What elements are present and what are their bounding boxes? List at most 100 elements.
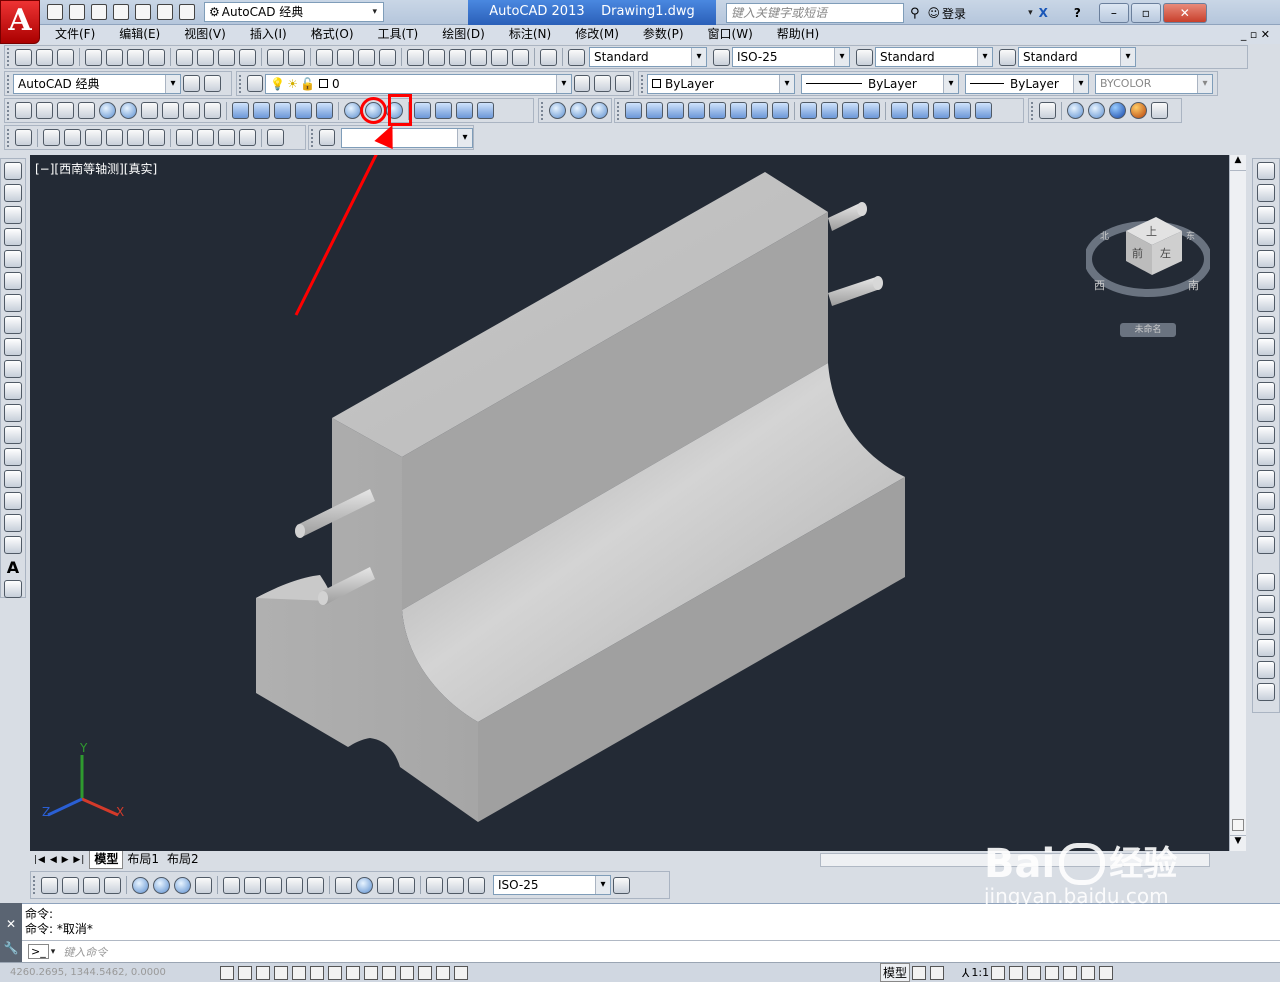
undo-toolbar-icon[interactable]	[267, 48, 284, 66]
quick-dim-icon[interactable]	[223, 876, 240, 894]
viewcube-left[interactable]: 左	[1160, 245, 1171, 261]
baseline-dim-icon[interactable]	[244, 876, 261, 894]
back-view-icon[interactable]	[148, 129, 165, 146]
region-icon[interactable]	[4, 514, 22, 532]
bring-to-front-icon[interactable]	[1257, 595, 1275, 613]
named-views-icon[interactable]	[15, 129, 32, 146]
lineweight-combo[interactable]: ByLayer	[965, 73, 1089, 94]
pyramid-icon[interactable]	[162, 102, 179, 119]
cylinder-icon[interactable]	[120, 102, 137, 119]
command-input[interactable]: 键入命令	[63, 944, 107, 960]
color-combo[interactable]: ByLayer	[647, 73, 795, 94]
grid-display-icon[interactable]	[256, 965, 270, 980]
new-file-icon[interactable]	[47, 4, 63, 20]
clean-icon[interactable]	[863, 102, 880, 119]
3d-array-icon[interactable]	[477, 102, 494, 119]
blend-curves-icon[interactable]	[1257, 514, 1275, 532]
plot-preview-icon[interactable]	[106, 48, 123, 66]
array-icon[interactable]	[1257, 250, 1275, 268]
break-at-point-icon[interactable]	[1257, 404, 1275, 422]
sheet-set-icon[interactable]	[470, 48, 487, 66]
exchange-icon[interactable]: X	[1039, 6, 1048, 20]
menu-view[interactable]: 视图(V)	[172, 25, 238, 44]
move-faces-icon[interactable]	[646, 102, 663, 119]
match-properties-icon[interactable]	[239, 48, 256, 66]
menu-tools[interactable]: 工具(T)	[366, 25, 431, 44]
viewcube-east[interactable]: 东	[1186, 229, 1195, 242]
dim-style-manager-icon[interactable]	[613, 876, 630, 894]
materials-icon[interactable]	[1109, 102, 1126, 119]
tool-palettes-icon[interactable]	[449, 48, 466, 66]
hatch-icon[interactable]	[4, 470, 22, 488]
login-label[interactable]: 登录	[942, 5, 966, 22]
delete-faces-icon[interactable]	[688, 102, 705, 119]
nw-iso-icon[interactable]	[239, 129, 256, 146]
hide-icon[interactable]	[1039, 102, 1056, 119]
aligned-dim-icon[interactable]	[62, 876, 79, 894]
shell-icon[interactable]	[912, 102, 929, 119]
copy-icon[interactable]	[197, 48, 214, 66]
planar-surface-icon[interactable]	[204, 102, 221, 119]
workspace-settings-icon[interactable]	[183, 75, 200, 92]
center-mark-icon[interactable]	[356, 876, 373, 894]
circle-icon[interactable]	[4, 294, 22, 312]
subtract-icon[interactable]	[360, 97, 387, 124]
presspull-icon[interactable]	[253, 102, 270, 119]
check-icon[interactable]	[933, 102, 950, 119]
doc-window-controls[interactable]: _ ▫ ✕	[1241, 28, 1270, 41]
lineweight-icon[interactable]	[400, 965, 414, 980]
minimize-button[interactable]: –	[1098, 3, 1129, 23]
command-input-row[interactable]: >_ ▾ 键入命令	[22, 940, 1280, 962]
object-snap-icon[interactable]	[310, 965, 324, 980]
fillet-icon[interactable]	[1257, 492, 1275, 510]
construction-line-icon[interactable]	[4, 184, 22, 202]
cursor-coordinates[interactable]: 4260.2695, 1344.5462, 0.0000	[10, 967, 218, 978]
offset-icon[interactable]	[1257, 228, 1275, 246]
table-icon[interactable]	[4, 536, 22, 554]
menu-dimension[interactable]: 标注(N)	[497, 25, 563, 44]
workspace-save-icon[interactable]	[204, 75, 221, 92]
ellipse-icon[interactable]	[4, 360, 22, 378]
scroll-down-arrow[interactable]: ▼	[1230, 835, 1246, 851]
viewcube-south[interactable]: 南	[1188, 277, 1199, 293]
menu-parametric[interactable]: 参数(P)	[631, 25, 696, 44]
hatch-to-back-icon[interactable]	[1257, 683, 1275, 701]
object-snap-tracking-icon[interactable]	[346, 965, 360, 980]
bottom-view-icon[interactable]	[64, 129, 81, 146]
hardware-acceleration-icon[interactable]	[1063, 965, 1078, 980]
add-selected-icon[interactable]	[4, 580, 22, 598]
spline-icon[interactable]	[4, 338, 22, 356]
solid-union-icon[interactable]	[549, 102, 566, 119]
rectangle-icon[interactable]	[4, 250, 22, 268]
camera-icon[interactable]	[267, 129, 284, 146]
tab-model[interactable]: 模型	[89, 850, 124, 869]
scroll-up-arrow[interactable]: ▲	[1230, 155, 1246, 171]
draworder-icon[interactable]	[1257, 573, 1275, 591]
help-toolbar-icon[interactable]	[540, 48, 557, 66]
ordinate-dim-icon[interactable]	[104, 876, 121, 894]
3d-align-icon[interactable]	[456, 102, 473, 119]
undo-icon[interactable]	[157, 4, 173, 20]
table-style-icon[interactable]	[856, 48, 873, 66]
offset-faces-icon[interactable]	[667, 102, 684, 119]
command-customize-icon[interactable]: 🔧	[0, 941, 22, 955]
zoom-realtime-icon[interactable]	[337, 48, 354, 66]
continue-dim-icon[interactable]	[265, 876, 282, 894]
annotation-scale-icon[interactable]: ⅄	[962, 966, 969, 980]
revolve-icon[interactable]	[295, 102, 312, 119]
menu-file[interactable]: 文件(F)	[43, 25, 107, 44]
menu-insert[interactable]: 插入(I)	[238, 25, 299, 44]
sweep-icon[interactable]	[274, 102, 291, 119]
dynamic-ucs-icon[interactable]	[364, 965, 378, 980]
viewcube-west[interactable]: 西	[1094, 277, 1105, 293]
cone-icon[interactable]	[78, 102, 95, 119]
send-to-back-icon[interactable]	[1257, 617, 1275, 635]
trim-icon[interactable]	[1257, 360, 1275, 378]
layer-previous-icon[interactable]	[594, 75, 611, 92]
menu-edit[interactable]: 编辑(E)	[107, 25, 172, 44]
layer-properties-icon[interactable]	[246, 75, 264, 92]
open-file-icon[interactable]	[69, 4, 85, 20]
point-icon[interactable]	[4, 448, 22, 466]
design-center-icon[interactable]	[428, 48, 445, 66]
binoculars-icon[interactable]: ⚲	[910, 6, 920, 21]
